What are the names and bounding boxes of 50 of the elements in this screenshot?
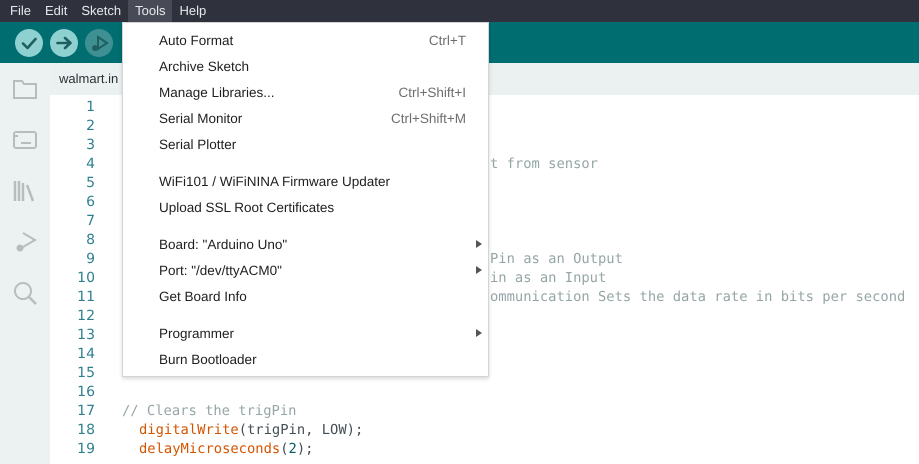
line-number: 19 xyxy=(76,440,95,456)
menu-entry[interactable]: WiFi101 / WiFiNINA Firmware Updater xyxy=(159,174,466,188)
code-line: // Clears the trigPin xyxy=(122,402,296,418)
code-line: t from sensor xyxy=(490,156,598,172)
shortcut-label: Ctrl+Shift+M xyxy=(390,110,466,126)
menu-entry[interactable]: Manage Libraries... xyxy=(159,84,398,100)
code-line: in as an Input xyxy=(490,270,606,286)
code-line: delayMicroseconds(2); xyxy=(139,440,314,456)
menu-entry[interactable]: Port: "/dev/ttyACM0" xyxy=(159,262,466,278)
line-number: 15 xyxy=(76,364,95,380)
menu-item[interactable]: File xyxy=(3,0,38,22)
line-number: 13 xyxy=(76,326,95,342)
menu-entry[interactable]: Auto Format xyxy=(159,32,429,48)
line-number: 17 xyxy=(76,402,95,418)
shortcut-label: Ctrl+T xyxy=(428,32,466,48)
menu-entry[interactable]: Serial Plotter xyxy=(159,136,466,152)
line-number: 12 xyxy=(76,308,95,324)
line-number: 9 xyxy=(85,250,95,266)
menu-item[interactable]: Tools xyxy=(128,0,172,22)
verify-button[interactable] xyxy=(15,28,43,56)
search-icon[interactable] xyxy=(11,279,39,307)
code-line: Pin as an Output xyxy=(490,250,623,266)
line-number: 3 xyxy=(85,136,95,152)
line-number: 2 xyxy=(85,118,95,134)
upload-button[interactable] xyxy=(50,28,78,56)
menu-entry[interactable]: Serial Monitor xyxy=(159,110,391,126)
line-number: 8 xyxy=(85,232,95,248)
menu-entry[interactable]: Programmer xyxy=(159,326,466,340)
line-number: 16 xyxy=(76,384,95,400)
menu-entry[interactable]: Burn Bootloader xyxy=(159,352,466,366)
line-number: 5 xyxy=(85,174,95,190)
menu-entry[interactable]: Get Board Info xyxy=(159,288,466,304)
line-number: 1 xyxy=(85,98,95,114)
line-number: 4 xyxy=(85,156,95,172)
menu-entry[interactable]: Archive Sketch xyxy=(159,58,466,74)
line-number: 7 xyxy=(85,212,95,228)
menu-entry[interactable]: Board: "Arduino Uno" xyxy=(159,236,466,252)
menu-item[interactable]: Help xyxy=(172,0,214,22)
menu-entry[interactable]: Upload SSL Root Certificates xyxy=(159,200,466,214)
menu-item[interactable]: Edit xyxy=(38,0,74,22)
line-number: 10 xyxy=(76,270,95,286)
line-number: 14 xyxy=(76,346,95,362)
line-number: 18 xyxy=(76,422,95,438)
code-line: digitalWrite(trigPin, LOW); xyxy=(139,422,364,438)
shortcut-label: Ctrl+Shift+I xyxy=(398,84,466,100)
menu-item[interactable]: Sketch xyxy=(74,0,128,22)
line-number: 6 xyxy=(85,194,95,210)
editor-tab[interactable]: walmart.in xyxy=(50,63,122,95)
code-line: ommunication Sets the data rate in bits per second xyxy=(490,288,906,304)
line-number: 11 xyxy=(76,288,95,304)
